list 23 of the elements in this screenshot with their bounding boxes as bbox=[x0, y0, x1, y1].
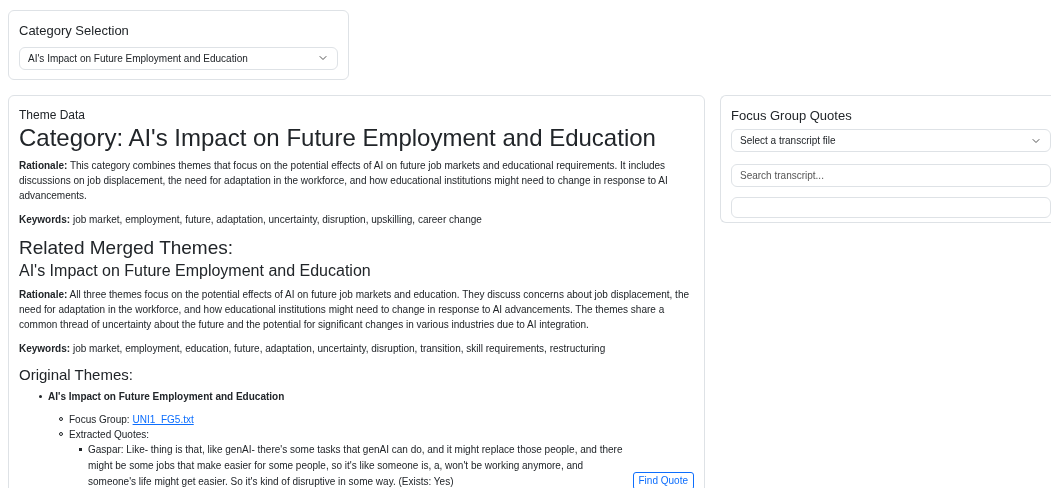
section-heading: Related Merged Themes: bbox=[19, 235, 235, 260]
quotes-label: Extracted Quotes: bbox=[69, 427, 150, 442]
card-title: Focus Group Quotes bbox=[731, 106, 853, 125]
theme-heading: AI's Impact on Future Employment and Education bbox=[19, 260, 372, 281]
file-link[interactable]: UNI1_FG5.txt bbox=[132, 411, 194, 427]
rationale-text: Rationale: All three themes focus on the potential effects of AI on future job markets and education. They discuss concerns about job displacement, the need for adaptation in the workforce, and how educational institutions might need to change in response to AI advancements. The themes share a common thread of uncertainty about the future and the potential for significant changes in various industries due to AI integration. bbox=[19, 287, 690, 332]
focus-group-label: Focus Group: bbox=[69, 412, 130, 427]
search-field[interactable]: Search transcript... bbox=[731, 164, 1051, 187]
rationale-text: Rationale: This category combines themes that focus on the potential effects of AI on future job markets and educational requirements. It includes discussions on job displacement, the need for adaptation in the workforce, and how educational institutions might need to change in response to AI advancements. bbox=[19, 158, 669, 203]
transcript-dropdown[interactable]: Select a transcript file bbox=[731, 129, 1051, 152]
quote-text: Gaspar: Like- thing is that, like genAI- there's some tasks that genAI can do, and it might replace those people, and there might be some jobs that make easier for some people, so it's like someone is, a, won't be working anymore, and someone's life might get easier. So it's kind of disruptive in some way. (Exists: Yes) bbox=[88, 442, 624, 488]
result-field[interactable] bbox=[731, 197, 1051, 218]
theme-title: AI's Impact on Future Employment and Education bbox=[48, 389, 285, 404]
category-dropdown[interactable]: AI's Impact on Future Employment and Education bbox=[19, 46, 338, 70]
keywords-text: Keywords: job market, employment, future, adaptation, uncertainty, disruption, upskilling, career change bbox=[19, 212, 483, 227]
find-quote-button[interactable]: Find Quote bbox=[632, 471, 694, 488]
category-heading: Category: AI's Impact on Future Employment and Education bbox=[19, 123, 657, 152]
section-heading: Original Themes: bbox=[19, 364, 134, 385]
bullet-icon bbox=[39, 394, 42, 398]
keywords-text: Keywords: job market, employment, education, future, adaptation, uncertainty, disruption, transition, skill requirements, restructuring bbox=[19, 341, 607, 356]
card-title: Theme Data bbox=[19, 106, 87, 124]
card-title: Category Selection bbox=[19, 22, 130, 40]
bullet-icon bbox=[79, 447, 82, 451]
